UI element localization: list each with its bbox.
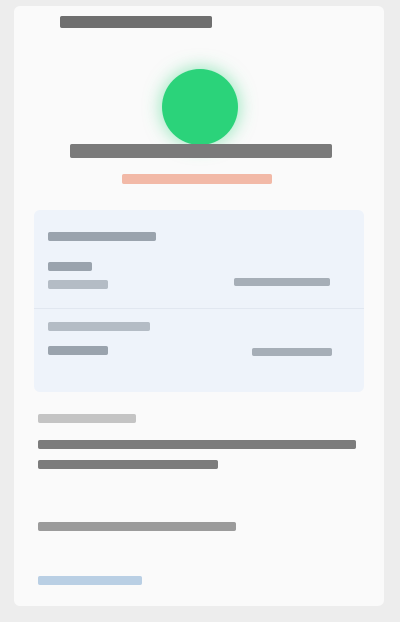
status-subtitle — [122, 174, 272, 184]
footer-paragraph-1-text — [14, 6, 15, 7]
summary-row-label — [48, 232, 156, 241]
footer-heading-text — [38, 414, 39, 415]
summary-row-label-text — [48, 232, 49, 233]
summary-row — [34, 308, 364, 392]
summary-row-label-text — [48, 322, 49, 323]
paragraph-line — [38, 460, 218, 469]
footer-paragraph-2-text — [14, 6, 15, 7]
page-header-text — [60, 16, 61, 17]
summary-row-key — [48, 262, 92, 271]
page-title-text — [70, 144, 71, 145]
page-title — [70, 144, 332, 158]
receipt-card — [14, 6, 384, 606]
success-check-icon — [162, 69, 238, 145]
page-header-label — [60, 16, 212, 28]
summary-row-value — [234, 278, 330, 286]
summary-row-value-text — [234, 278, 235, 279]
summary-row-detail-text — [48, 280, 49, 281]
summary-row-key — [48, 346, 108, 355]
paragraph-line — [38, 522, 236, 531]
summary-panel — [34, 210, 364, 392]
footer-link-text[interactable] — [38, 576, 39, 577]
summary-row-value-text — [252, 348, 253, 349]
footer-heading — [38, 414, 136, 423]
summary-row-detail — [48, 280, 108, 289]
summary-row — [34, 210, 364, 309]
footer-link[interactable] — [38, 576, 142, 585]
paragraph-line — [38, 440, 356, 449]
summary-row-label — [48, 322, 150, 331]
summary-row-value — [252, 348, 332, 356]
status-subtitle-text — [122, 174, 123, 175]
